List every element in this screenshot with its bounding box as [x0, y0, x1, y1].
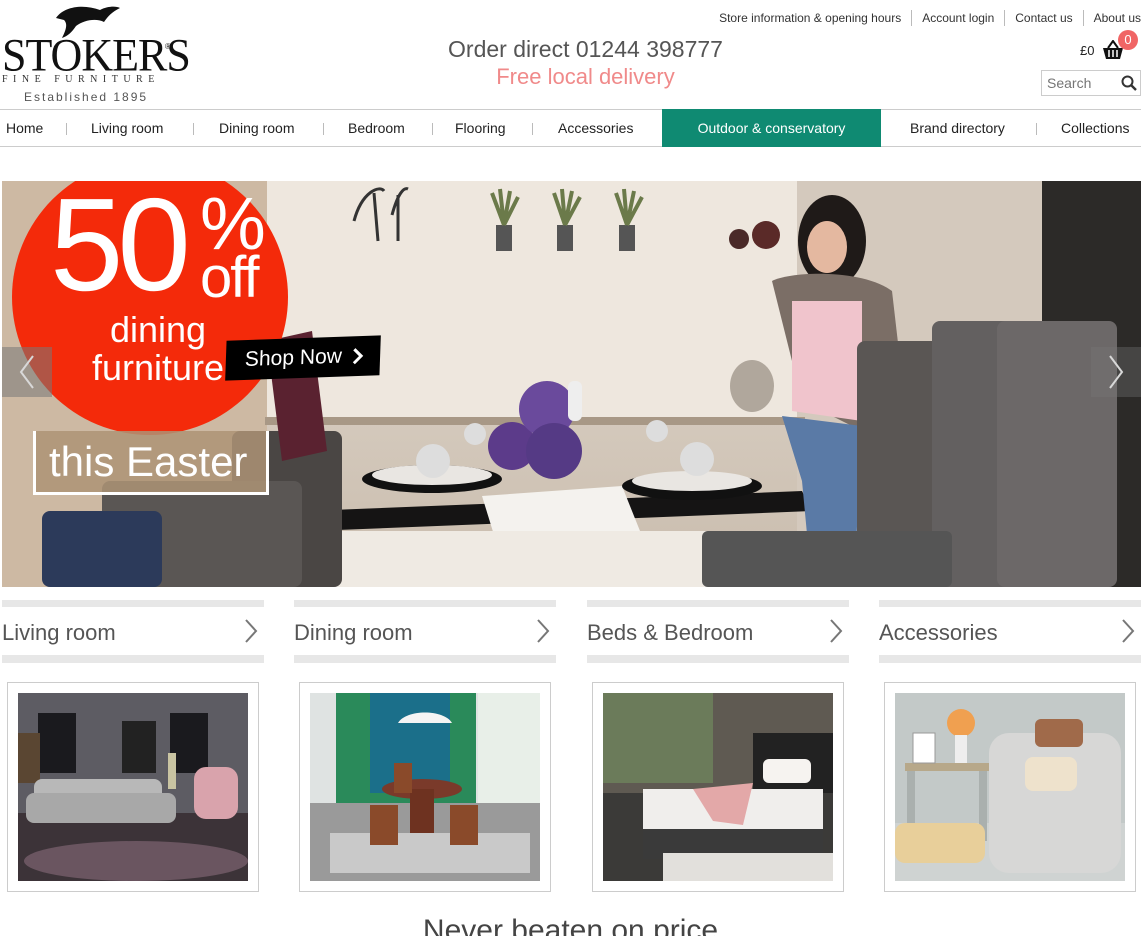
promo-easter-text: this Easter	[49, 438, 248, 485]
header-band	[879, 600, 1141, 607]
shop-now-button[interactable]: Shop Now	[225, 335, 381, 381]
category-label: Living room	[2, 620, 116, 645]
nav-home[interactable]: Home	[6, 110, 43, 146]
contact-us-link[interactable]: Contact us	[1004, 10, 1082, 26]
header-band	[879, 655, 1141, 663]
nav-bedroom[interactable]: Bedroom	[348, 110, 405, 146]
carousel-prev-button[interactable]	[2, 347, 52, 397]
nav-divider	[432, 123, 433, 135]
main-navigation: Home Living room Dining room Bedroom Flo…	[0, 109, 1141, 147]
living-room-photo	[18, 693, 248, 881]
account-login-link[interactable]: Account login	[911, 10, 1004, 26]
nav-divider	[1036, 123, 1037, 135]
nav-accessories[interactable]: Accessories	[558, 110, 633, 146]
search-input[interactable]	[1042, 72, 1118, 94]
accessories-photo	[895, 693, 1125, 881]
about-us-link[interactable]: About us	[1082, 10, 1141, 26]
search-button[interactable]	[1118, 72, 1140, 94]
beds-bedroom-image[interactable]	[592, 682, 844, 892]
promo-easter-box: this Easter	[33, 431, 269, 495]
nav-living-room[interactable]: Living room	[91, 110, 163, 146]
nav-collections[interactable]: Collections	[1061, 110, 1129, 146]
nav-outdoor-conservatory[interactable]: Outdoor & conservatory	[662, 109, 881, 147]
basket-count-badge: 0	[1118, 30, 1138, 50]
category-living-room-header[interactable]: Living room	[2, 600, 264, 663]
order-direct-phone: Order direct 01244 398777	[448, 36, 723, 62]
accessories-image[interactable]	[884, 682, 1136, 892]
chevron-right-icon	[1122, 619, 1135, 643]
category-accessories-header[interactable]: Accessories	[879, 600, 1141, 663]
promo-percent: 50	[50, 181, 191, 318]
promo-off: off	[200, 245, 259, 310]
header-band	[294, 655, 556, 663]
chevron-right-icon	[537, 619, 550, 643]
search-box	[1041, 70, 1141, 96]
nav-divider	[323, 123, 324, 135]
header-band	[2, 600, 264, 607]
chevron-right-icon	[245, 619, 258, 643]
shop-now-label: Shop Now	[244, 344, 343, 372]
promo-dining: dining	[110, 309, 207, 350]
chevron-right-icon	[1109, 355, 1124, 389]
store-info-link[interactable]: Store information & opening hours	[709, 10, 911, 26]
nav-divider	[193, 123, 194, 135]
chevron-left-icon	[19, 355, 34, 389]
category-label: Beds & Bedroom	[587, 620, 754, 645]
logo-established: Established 1895	[24, 90, 149, 104]
header-band	[2, 655, 264, 663]
hero-banner[interactable]: 50 % off dining furniture this Easter Sh…	[2, 181, 1141, 587]
basket-amount: £0	[1080, 42, 1095, 58]
promo-furniture: furniture	[92, 347, 225, 388]
header-band	[587, 600, 849, 607]
nav-dining-room[interactable]: Dining room	[219, 110, 294, 146]
nav-flooring[interactable]: Flooring	[455, 110, 506, 146]
living-room-image[interactable]	[7, 682, 259, 892]
category-dining-room-header[interactable]: Dining room	[294, 600, 556, 663]
tagline: Never beaten on price	[422, 914, 719, 936]
nav-divider	[66, 123, 67, 135]
category-label: Accessories	[879, 620, 998, 645]
chevron-right-icon	[830, 619, 843, 643]
search-icon	[1121, 75, 1137, 91]
header-band	[587, 655, 849, 663]
top-links: Store information & opening hours Accoun…	[709, 10, 1141, 26]
beds-bedroom-photo	[603, 693, 833, 881]
chevron-right-icon	[352, 348, 364, 365]
category-beds-bedroom-header[interactable]: Beds & Bedroom	[587, 600, 849, 663]
nav-divider	[532, 123, 533, 135]
header-band	[294, 600, 556, 607]
free-delivery-text: Free local delivery	[496, 64, 675, 89]
nav-brand-directory[interactable]: Brand directory	[910, 110, 1005, 146]
category-label: Dining room	[294, 620, 413, 645]
carousel-next-button[interactable]	[1091, 347, 1141, 397]
dining-room-image[interactable]	[299, 682, 551, 892]
dining-room-photo	[310, 693, 540, 881]
